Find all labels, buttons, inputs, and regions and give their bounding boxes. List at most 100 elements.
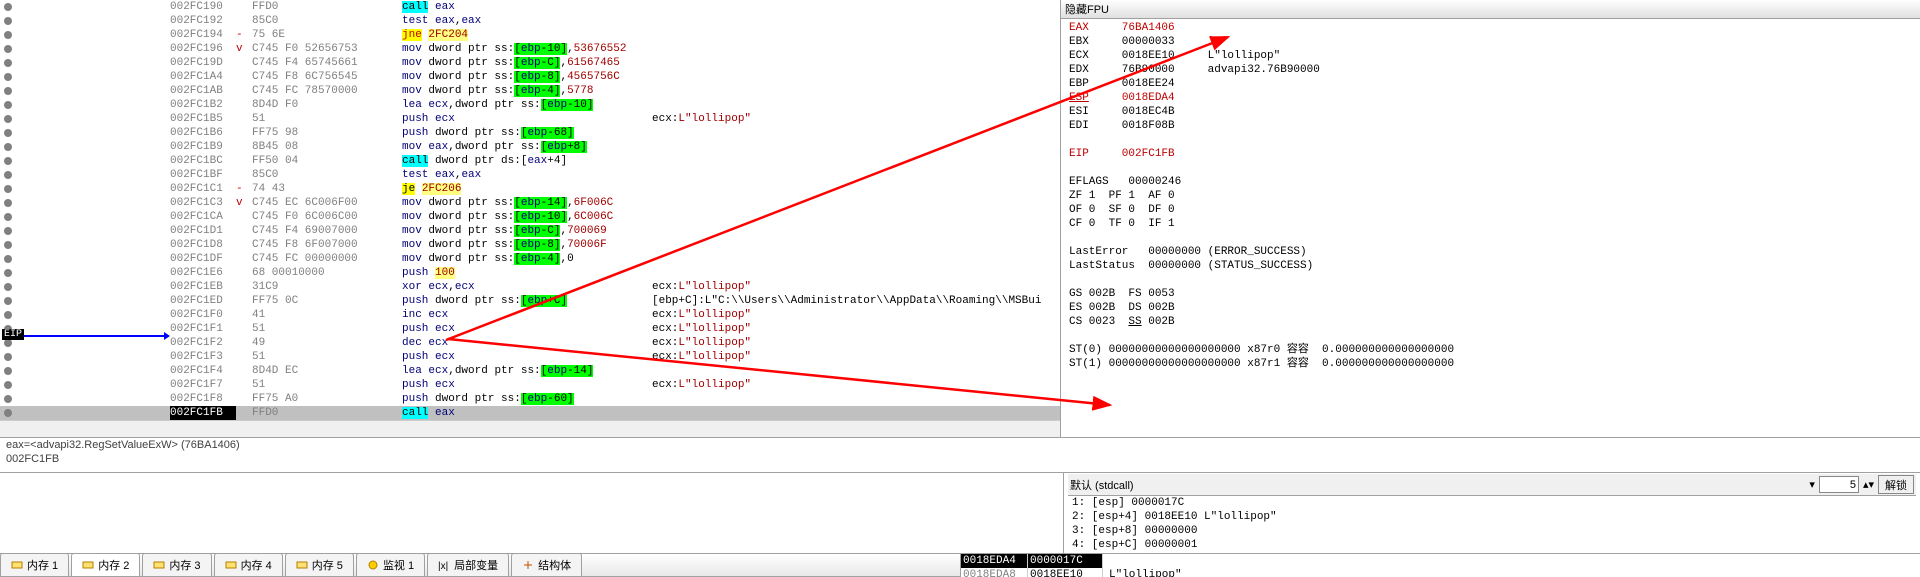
breakpoint-dot[interactable]: [4, 227, 12, 235]
breakpoint-dot[interactable]: [4, 395, 12, 403]
register-line[interactable]: ES 002B DS 002B: [1069, 301, 1912, 315]
disasm-row[interactable]: 002FC1ED FF75 0Cpush dword ptr ss:[ebp+C…: [0, 294, 1060, 308]
registers-header[interactable]: 隐藏FPU: [1061, 0, 1920, 19]
disasm-row[interactable]: 002FC1B6 FF75 98push dword ptr ss:[ebp-6…: [0, 126, 1060, 140]
disasm-row[interactable]: 002FC1BF 85C0test eax,eax: [0, 168, 1060, 182]
disasm-row[interactable]: 002FC1DF C745 FC 00000000mov dword ptr s…: [0, 252, 1060, 266]
disasm-row[interactable]: 002FC1CA C745 F0 6C006C00mov dword ptr s…: [0, 210, 1060, 224]
tab-结构体[interactable]: 结构体: [511, 554, 582, 576]
stack-cell[interactable]: 0018EE10: [1028, 568, 1102, 577]
breakpoint-dot[interactable]: [4, 213, 12, 221]
stack-cell[interactable]: 0018EDA8: [961, 568, 1027, 577]
breakpoint-dot[interactable]: [4, 255, 12, 263]
register-line[interactable]: ECX 0018EE10 L"lollipop": [1069, 49, 1912, 63]
breakpoint-dot[interactable]: [4, 3, 12, 11]
disasm-row[interactable]: 002FC190 FFD0call eax: [0, 0, 1060, 14]
disasm-row[interactable]: 002FC19D C745 F4 65745661mov dword ptr s…: [0, 56, 1060, 70]
register-line[interactable]: CF 0 TF 0 IF 1: [1069, 217, 1912, 231]
disasm-row[interactable]: 002FC1F3 51push ecxecx:L"lollipop": [0, 350, 1060, 364]
tab-内存 5[interactable]: 内存 5: [285, 554, 354, 576]
disasm-row[interactable]: 002FC1BC FF50 04call dword ptr ds:[eax+4…: [0, 154, 1060, 168]
register-line[interactable]: EFLAGS 00000246: [1069, 175, 1912, 189]
disasm-row[interactable]: 002FC1F2 49dec ecxecx:L"lollipop": [0, 336, 1060, 350]
breakpoint-dot[interactable]: [4, 129, 12, 137]
register-line[interactable]: [1069, 273, 1912, 287]
register-line[interactable]: EDX 76B90000 advapi32.76B90000: [1069, 63, 1912, 77]
breakpoint-dot[interactable]: [4, 115, 12, 123]
disasm-row[interactable]: 002FC1B2 8D4D F0lea ecx,dword ptr ss:[eb…: [0, 98, 1060, 112]
disasm-scroll-h[interactable]: [0, 420, 1060, 437]
chevron-down-icon[interactable]: ▾: [1809, 478, 1815, 491]
eval-expression[interactable]: eax=<advapi32.RegSetValueExW> (76BA1406): [0, 438, 1920, 452]
register-line[interactable]: [1069, 161, 1912, 175]
argcount-stepper[interactable]: 5: [1819, 476, 1859, 493]
register-line[interactable]: ST(1) 00000000000000000000 x87r1 容容 0.00…: [1069, 357, 1912, 371]
register-line[interactable]: EIP 002FC1FB: [1069, 147, 1912, 161]
stack-cell[interactable]: 0018EDA4: [961, 554, 1027, 568]
disasm-row[interactable]: 002FC1AB C745 FC 78570000mov dword ptr s…: [0, 84, 1060, 98]
register-line[interactable]: EBP 0018EE24: [1069, 77, 1912, 91]
register-line[interactable]: ESP 0018EDA4: [1069, 91, 1912, 105]
disasm-row[interactable]: 002FC1F7 51push ecxecx:L"lollipop": [0, 378, 1060, 392]
register-line[interactable]: OF 0 SF 0 DF 0: [1069, 203, 1912, 217]
register-line[interactable]: [1069, 231, 1912, 245]
breakpoint-dot[interactable]: [4, 171, 12, 179]
stack-cell[interactable]: 0000017C: [1028, 554, 1102, 568]
disasm-row[interactable]: 002FC1EB 31C9xor ecx,ecxecx:L"lollipop": [0, 280, 1060, 294]
breakpoint-dot[interactable]: [4, 367, 12, 375]
disasm-row[interactable]: 002FC1F8 FF75 A0push dword ptr ss:[ebp-6…: [0, 392, 1060, 406]
breakpoint-dot[interactable]: [4, 59, 12, 67]
breakpoint-dot[interactable]: [4, 101, 12, 109]
breakpoint-dot[interactable]: [4, 339, 12, 347]
disasm-row[interactable]: 002FC1D8 C745 F8 6F007000mov dword ptr s…: [0, 238, 1060, 252]
breakpoint-dot[interactable]: [4, 157, 12, 165]
tab-监视 1[interactable]: 监视 1: [356, 554, 425, 576]
disasm-row[interactable]: 002FC192 85C0test eax,eax: [0, 14, 1060, 28]
breakpoint-dot[interactable]: [4, 353, 12, 361]
breakpoint-dot[interactable]: [4, 31, 12, 39]
breakpoint-dot[interactable]: [4, 297, 12, 305]
register-line[interactable]: EBX 00000033 '3': [1069, 35, 1912, 49]
disasm-row[interactable]: 002FC1C3vC745 EC 6C006F00mov dword ptr s…: [0, 196, 1060, 210]
breakpoint-dot[interactable]: [4, 283, 12, 291]
register-line[interactable]: EAX 76BA1406: [1069, 21, 1912, 35]
register-line[interactable]: ZF 1 PF 1 AF 0: [1069, 189, 1912, 203]
disasm-row[interactable]: 002FC1F4 8D4D EClea ecx,dword ptr ss:[eb…: [0, 364, 1060, 378]
breakpoint-dot[interactable]: [4, 409, 12, 417]
tab-内存 3[interactable]: 内存 3: [142, 554, 211, 576]
disasm-row[interactable]: 002FC1F1 51push ecxecx:L"lollipop": [0, 322, 1060, 336]
tab-内存 4[interactable]: 内存 4: [214, 554, 283, 576]
breakpoint-dot[interactable]: [4, 185, 12, 193]
register-line[interactable]: ESI 0018EC4B: [1069, 105, 1912, 119]
disasm-row[interactable]: 002FC194-75 6Ejne 2FC204: [0, 28, 1060, 42]
breakpoint-dot[interactable]: [4, 87, 12, 95]
disasm-row[interactable]: 002FC1C1-74 43je 2FC206: [0, 182, 1060, 196]
callconv-label[interactable]: 默认 (stdcall): [1070, 477, 1805, 493]
disasm-row[interactable]: 002FC1D1 C745 F4 69007000mov dword ptr s…: [0, 224, 1060, 238]
disasm-row[interactable]: 002FC1F0 41inc ecxecx:L"lollipop": [0, 308, 1060, 322]
breakpoint-dot[interactable]: [4, 17, 12, 25]
breakpoint-dot[interactable]: [4, 269, 12, 277]
breakpoint-dot[interactable]: [4, 241, 12, 249]
spinner-icon[interactable]: ▴▾: [1863, 478, 1874, 491]
register-line[interactable]: [1069, 329, 1912, 343]
tab-内存 2[interactable]: 内存 2: [71, 554, 140, 576]
register-line[interactable]: EDI 0018F08B: [1069, 119, 1912, 133]
disasm-row[interactable]: 002FC1B9 8B45 08mov eax,dword ptr ss:[eb…: [0, 140, 1060, 154]
register-line[interactable]: GS 002B FS 0053: [1069, 287, 1912, 301]
register-line[interactable]: [1069, 133, 1912, 147]
disasm-row[interactable]: 002FC1E6 68 00010000push 100: [0, 266, 1060, 280]
register-line[interactable]: CS 0023 SS 002B: [1069, 315, 1912, 329]
breakpoint-dot[interactable]: [4, 381, 12, 389]
register-line[interactable]: ST(0) 00000000000000000000 x87r0 容容 0.00…: [1069, 343, 1912, 357]
breakpoint-dot[interactable]: [4, 311, 12, 319]
breakpoint-dot[interactable]: [4, 199, 12, 207]
breakpoint-dot[interactable]: [4, 143, 12, 151]
register-line[interactable]: LastStatus 00000000 (STATUS_SUCCESS): [1069, 259, 1912, 273]
disasm-row[interactable]: 002FC1A4 C745 F8 6C756545mov dword ptr s…: [0, 70, 1060, 84]
tab-内存 1[interactable]: 内存 1: [0, 554, 69, 576]
unlock-button[interactable]: 解锁: [1878, 475, 1914, 494]
register-line[interactable]: LastError 00000000 (ERROR_SUCCESS): [1069, 245, 1912, 259]
breakpoint-dot[interactable]: [4, 45, 12, 53]
disasm-row[interactable]: 002FC1B5 51push ecxecx:L"lollipop": [0, 112, 1060, 126]
